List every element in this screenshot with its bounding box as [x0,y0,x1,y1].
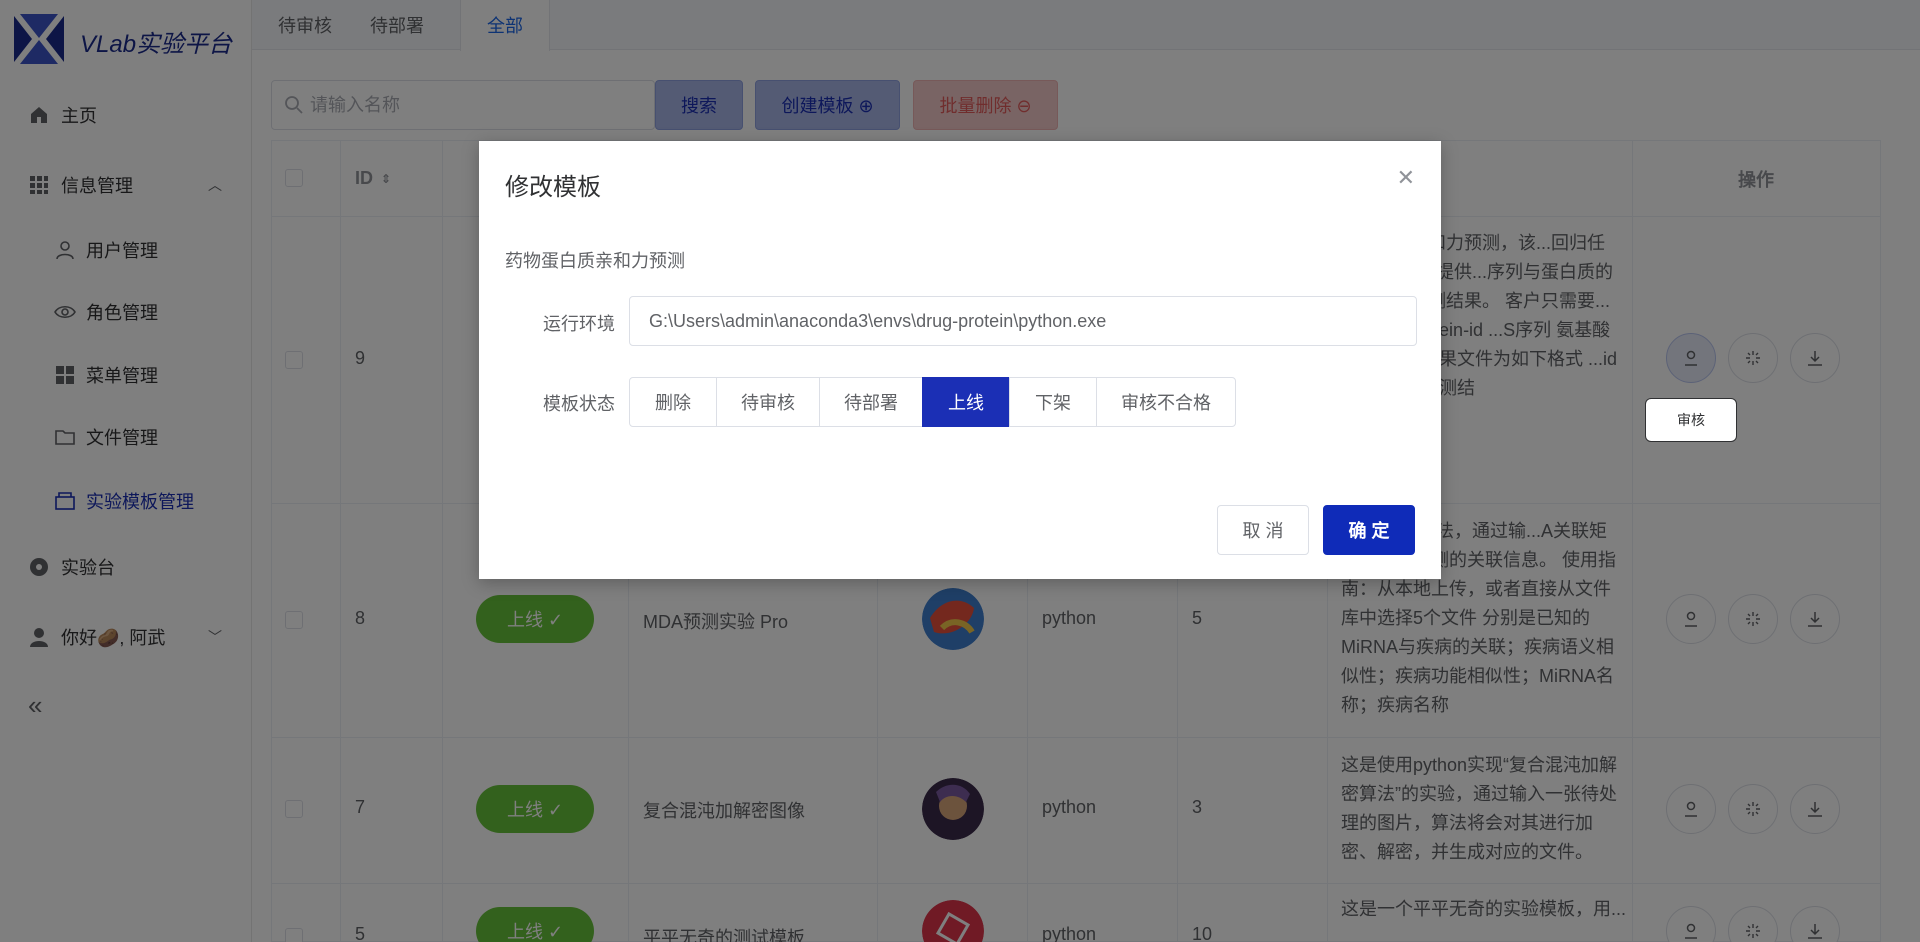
status-option-delete[interactable]: 删除 [629,377,717,427]
status-label: 模板状态 [543,394,615,414]
status-option-online[interactable]: 上线 [922,377,1010,427]
close-icon[interactable]: ✕ [1397,165,1415,191]
status-option-pending-deploy[interactable]: 待部署 [819,377,923,427]
status-option-offline[interactable]: 下架 [1009,377,1097,427]
cancel-button[interactable]: 取 消 [1217,505,1309,555]
dialog-subtitle: 药物蛋白质亲和力预测 [505,251,685,271]
dialog-title: 修改模板 [505,174,601,201]
env-input[interactable]: G:\Users\admin\anaconda3\envs\drug-prote… [629,296,1417,346]
confirm-button[interactable]: 确 定 [1323,505,1415,555]
status-option-rejected[interactable]: 审核不合格 [1096,377,1236,427]
env-label: 运行环境 [543,314,615,334]
review-tooltip: 审核 [1645,398,1737,442]
status-radio-group: 删除 待审核 待部署 上线 下架 审核不合格 [629,377,1236,427]
status-option-pending-review[interactable]: 待审核 [716,377,820,427]
edit-template-dialog: 修改模板 ✕ 药物蛋白质亲和力预测 运行环境 G:\Users\admin\an… [479,141,1441,579]
